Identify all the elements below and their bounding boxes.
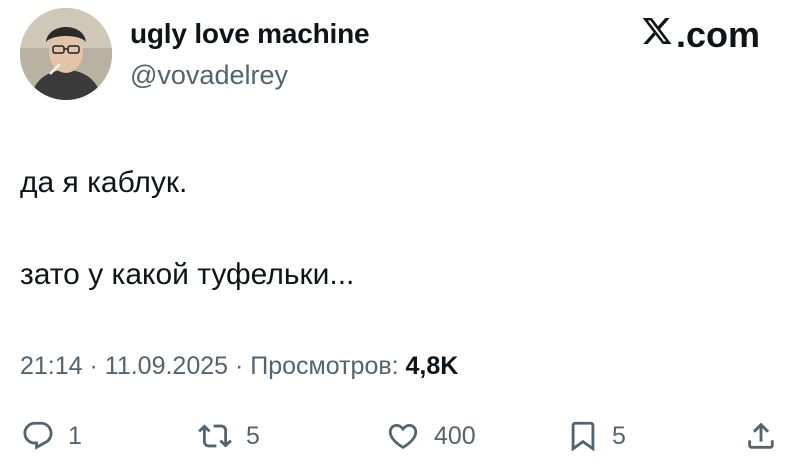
repost-icon — [198, 424, 232, 448]
meta-separator: · — [228, 352, 251, 380]
tweet-date[interactable]: 11.09.2025 — [105, 352, 228, 380]
bookmark-count: 5 — [612, 421, 626, 450]
x-logo-icon — [640, 14, 674, 56]
like-count: 400 — [434, 421, 476, 450]
reply-button[interactable]: 1 — [20, 412, 82, 460]
views-label: Просмотров: — [250, 352, 406, 380]
tweet-text-line-2: зато у какой туфельки... — [20, 258, 355, 291]
avatar[interactable] — [20, 8, 112, 100]
reply-icon — [23, 421, 53, 450]
share-icon — [748, 422, 774, 449]
brand-link: .com — [640, 14, 760, 56]
display-name[interactable]: ugly love machine — [130, 18, 370, 50]
tweet-time[interactable]: 21:14 — [20, 352, 83, 380]
like-button[interactable]: 400 — [384, 412, 476, 460]
views-count: 4,8K — [405, 352, 459, 380]
user-handle[interactable]: @vovadelrey — [130, 60, 288, 91]
repost-button[interactable]: 5 — [196, 412, 260, 460]
bookmark-button[interactable]: 5 — [566, 412, 626, 460]
action-bar: 1 5 400 5 — [0, 412, 800, 460]
bookmark-icon — [571, 421, 595, 452]
share-button[interactable] — [744, 412, 790, 460]
meta-separator: · — [82, 352, 105, 380]
reply-count: 1 — [68, 421, 82, 450]
avatar-image — [20, 8, 112, 100]
tweet-text-line-1: да я каблук. — [20, 166, 188, 199]
tweet-metadata: 21:14 · 11.09.2025 · Просмотров: 4,8K — [20, 352, 458, 381]
brand-text: .com — [675, 14, 760, 55]
repost-count: 5 — [246, 421, 260, 450]
heart-icon — [388, 423, 418, 449]
